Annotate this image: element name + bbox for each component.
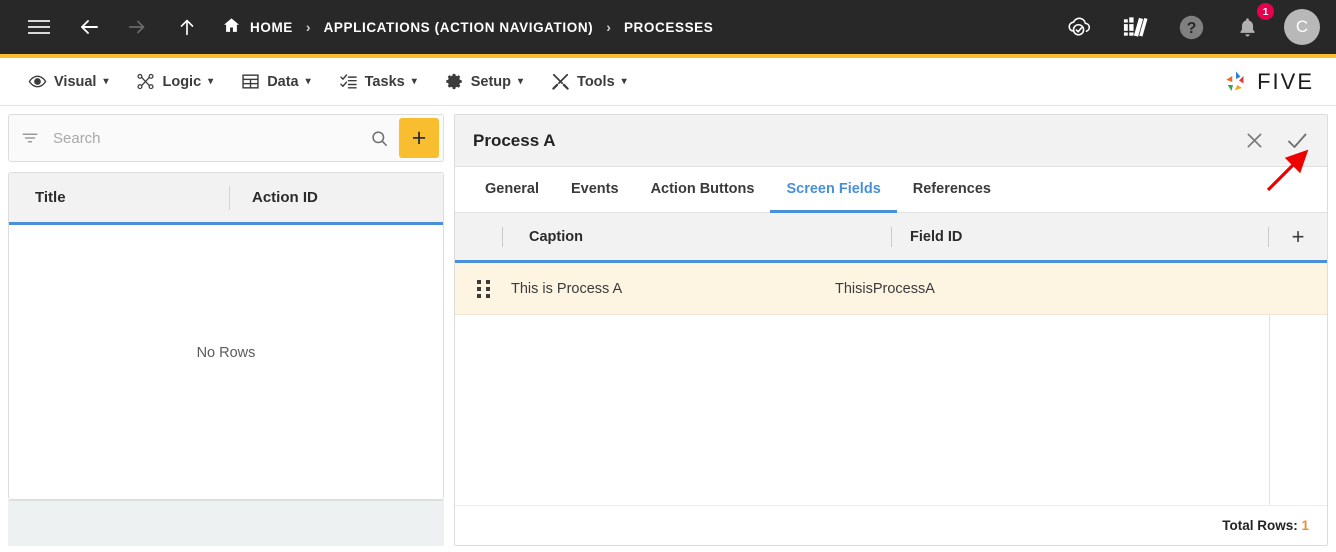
list-body-empty: No Rows (9, 225, 443, 499)
breadcrumb-label-home: HOME (250, 19, 293, 35)
grid-add-row-button[interactable]: + (1269, 224, 1327, 250)
column-header-caption[interactable]: Caption (511, 229, 891, 245)
breadcrumb-item-processes[interactable]: PROCESSES (624, 20, 713, 35)
filter-icon[interactable] (21, 129, 43, 147)
breadcrumb-item-home[interactable]: HOME (222, 16, 293, 38)
menu-label-data: Data (267, 73, 299, 90)
detail-panel-title: Process A (473, 130, 556, 150)
breadcrumb-separator: › (305, 19, 311, 35)
checklist-icon (339, 72, 358, 91)
detail-panel-header: Process A (455, 115, 1327, 167)
notification-badge: 1 (1257, 3, 1274, 20)
chevron-down-icon: ▾ (621, 76, 627, 87)
five-logo-text: FIVE (1257, 68, 1314, 94)
save-checkmark-icon[interactable] (1285, 129, 1309, 153)
column-header-title[interactable]: Title (9, 173, 229, 222)
cloud-check-icon[interactable] (1060, 8, 1098, 46)
grid-body: This is Process A ThisisProcessA (455, 263, 1327, 505)
tab-references[interactable]: References (897, 167, 1007, 213)
cell-field-id[interactable]: ThisisProcessA (835, 281, 1269, 297)
menu-item-tasks[interactable]: Tasks ▾ (325, 66, 431, 97)
menu-item-tools[interactable]: Tools ▾ (537, 66, 641, 97)
user-avatar[interactable]: C (1284, 9, 1320, 45)
gear-icon (445, 72, 464, 91)
list-footer (8, 500, 444, 546)
breadcrumb-label-processes: PROCESSES (623, 19, 714, 35)
breadcrumb-item-applications[interactable]: APPLICATIONS (ACTION NAVIGATION) (324, 20, 594, 35)
tab-screen-fields[interactable]: Screen Fields (770, 167, 897, 213)
application-menu-bar: Visual ▾ Logic ▾ Data ▾ Tasks ▾ Setup ▾ … (0, 58, 1336, 106)
menu-item-logic[interactable]: Logic ▾ (122, 66, 227, 97)
top-navigation-bar: HOME › APPLICATIONS (ACTION NAVIGATION) … (0, 0, 1336, 54)
notification-bell-icon[interactable]: 1 (1228, 3, 1274, 46)
total-rows-text: Total Rows: (1222, 518, 1298, 533)
column-header-field-id[interactable]: Field ID (892, 229, 1268, 245)
chevron-down-icon: ▾ (518, 76, 524, 87)
menu-label-setup: Setup (470, 73, 512, 90)
topbar-right-group: ? 1 C (1060, 3, 1320, 46)
menu-item-data[interactable]: Data ▾ (227, 66, 324, 97)
table-grid-icon (241, 72, 260, 91)
breadcrumb-separator-2: › (606, 19, 611, 35)
menu-item-visual[interactable]: Visual ▾ (14, 66, 122, 97)
eye-icon (28, 72, 47, 91)
magnifier-icon[interactable] (360, 129, 399, 148)
menu-item-setup[interactable]: Setup ▾ (431, 66, 537, 97)
back-arrow-icon[interactable] (70, 8, 108, 46)
help-circle-icon[interactable]: ? (1172, 8, 1210, 46)
total-rows-value: 1 (1301, 518, 1309, 533)
menu-label-logic: Logic (162, 73, 202, 90)
five-logo-mark (1226, 71, 1244, 91)
cell-caption[interactable]: This is Process A (511, 281, 835, 297)
column-header-action-id[interactable]: Action ID (229, 185, 443, 210)
detail-tabs: General Events Action Buttons Screen Fie… (455, 167, 1327, 213)
column-divider (502, 226, 503, 247)
tab-action-buttons[interactable]: Action Buttons (635, 167, 771, 213)
records-list-card: Title Action ID No Rows (8, 172, 444, 500)
menu-label-tools: Tools (577, 73, 615, 90)
tools-icon (551, 72, 570, 91)
grid-footer: Total Rows: 1 (455, 505, 1327, 545)
detail-panel: Process A General Events Action Buttons … (454, 114, 1328, 546)
svg-text:?: ? (1186, 20, 1196, 37)
chevron-down-icon: ▾ (411, 76, 417, 87)
search-input[interactable] (43, 129, 360, 147)
menu-label-visual: Visual (54, 73, 97, 90)
tab-general[interactable]: General (469, 167, 555, 213)
workspace: + Title Action ID No Rows Process A (0, 106, 1336, 552)
books-library-icon[interactable] (1116, 8, 1154, 46)
add-record-button[interactable]: + (399, 118, 439, 158)
total-rows-label: Total Rows: 1 (1222, 518, 1309, 533)
table-row[interactable]: This is Process A ThisisProcessA (455, 263, 1327, 315)
grid-header-row: Caption Field ID + (455, 213, 1327, 263)
menu-label-tasks: Tasks (364, 73, 405, 90)
search-bar: + (8, 114, 444, 162)
chevron-down-icon: ▾ (103, 76, 109, 87)
tab-events[interactable]: Events (555, 167, 635, 213)
nodes-icon (136, 72, 155, 91)
close-icon[interactable] (1244, 130, 1265, 151)
five-logo: FIVE (1221, 67, 1314, 97)
detail-panel-actions (1244, 129, 1309, 153)
list-header-row: Title Action ID (9, 173, 443, 225)
left-list-panel: + Title Action ID No Rows (8, 114, 444, 546)
empty-state-message: No Rows (196, 345, 256, 361)
forward-arrow-icon[interactable] (118, 8, 156, 46)
drag-handle-icon[interactable] (455, 279, 511, 298)
topbar-left-group: HOME › APPLICATIONS (ACTION NAVIGATION) … (20, 8, 1060, 46)
hamburger-menu-icon[interactable] (20, 8, 58, 46)
home-icon (222, 16, 241, 38)
breadcrumb-label-applications: APPLICATIONS (ACTION NAVIGATION) (323, 19, 594, 35)
up-arrow-icon[interactable] (168, 8, 206, 46)
chevron-down-icon: ▾ (208, 76, 214, 87)
screen-fields-grid: Caption Field ID + This is Process A Thi… (455, 213, 1327, 545)
chevron-down-icon: ▾ (305, 76, 311, 87)
